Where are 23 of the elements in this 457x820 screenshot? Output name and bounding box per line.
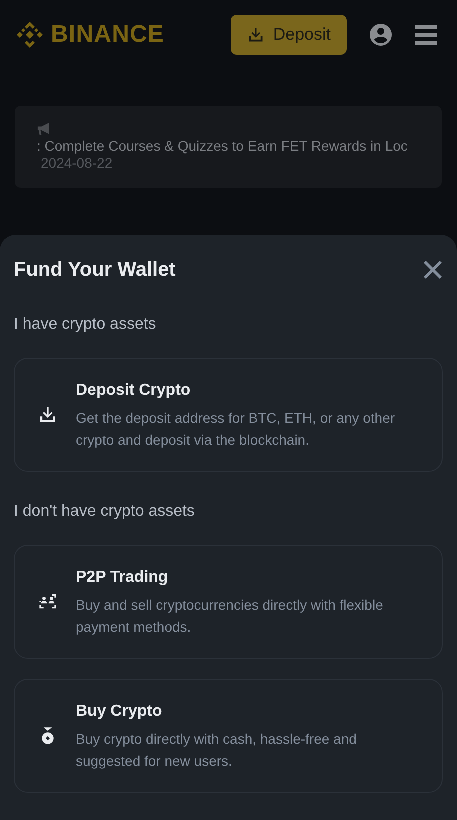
menu-icon[interactable] — [415, 25, 437, 45]
fund-option-card[interactable]: Deposit Crypto Get the deposit address for BTC, ETH, or any other crypto and deposit via the blockchain. — [14, 358, 443, 472]
announcement-text: : Complete Courses & Quizzes to Earn FET Rewards in Loc — [37, 137, 409, 155]
option-description: Buy crypto directly with cash, hassle-free and suggested for new users. — [76, 730, 358, 771]
option-description: Get the deposit address for BTC, ETH, or any other crypto and deposit via the blockchain. — [76, 409, 396, 450]
account-icon[interactable] — [369, 23, 393, 47]
sheet-title: Fund Your Wallet — [14, 258, 176, 283]
diamond-logo-icon — [15, 20, 45, 50]
megaphone-icon — [37, 122, 52, 137]
option-description: Buy and sell cryptocurrencies directly with flexible payment methods. — [76, 596, 384, 637]
announcement-date: 2024-08-22 — [40, 155, 114, 171]
announcement-card[interactable]: : Complete Courses & Quizzes to Earn FET Rewards in Loc 2024-08-22 — [15, 106, 442, 188]
section-heading: I don't have crypto assets — [14, 503, 196, 521]
option-title: Buy Crypto — [76, 702, 164, 722]
section-heading: I have crypto assets — [14, 316, 158, 334]
download-icon — [38, 405, 58, 425]
option-title: Deposit Crypto — [76, 381, 192, 401]
fund-option-card[interactable]: Buy Crypto Buy crypto directly with cash, hassle-free and suggested for new users. — [14, 679, 443, 793]
download-icon — [247, 26, 266, 44]
close-icon[interactable] — [423, 260, 443, 280]
brand-logo-text: BINANCE — [51, 20, 165, 50]
fund-option-card[interactable]: P2P Trading Buy and sell cryptocurrencies directly with flexible payment methods. — [14, 545, 443, 659]
option-title: P2P Trading — [76, 568, 170, 588]
